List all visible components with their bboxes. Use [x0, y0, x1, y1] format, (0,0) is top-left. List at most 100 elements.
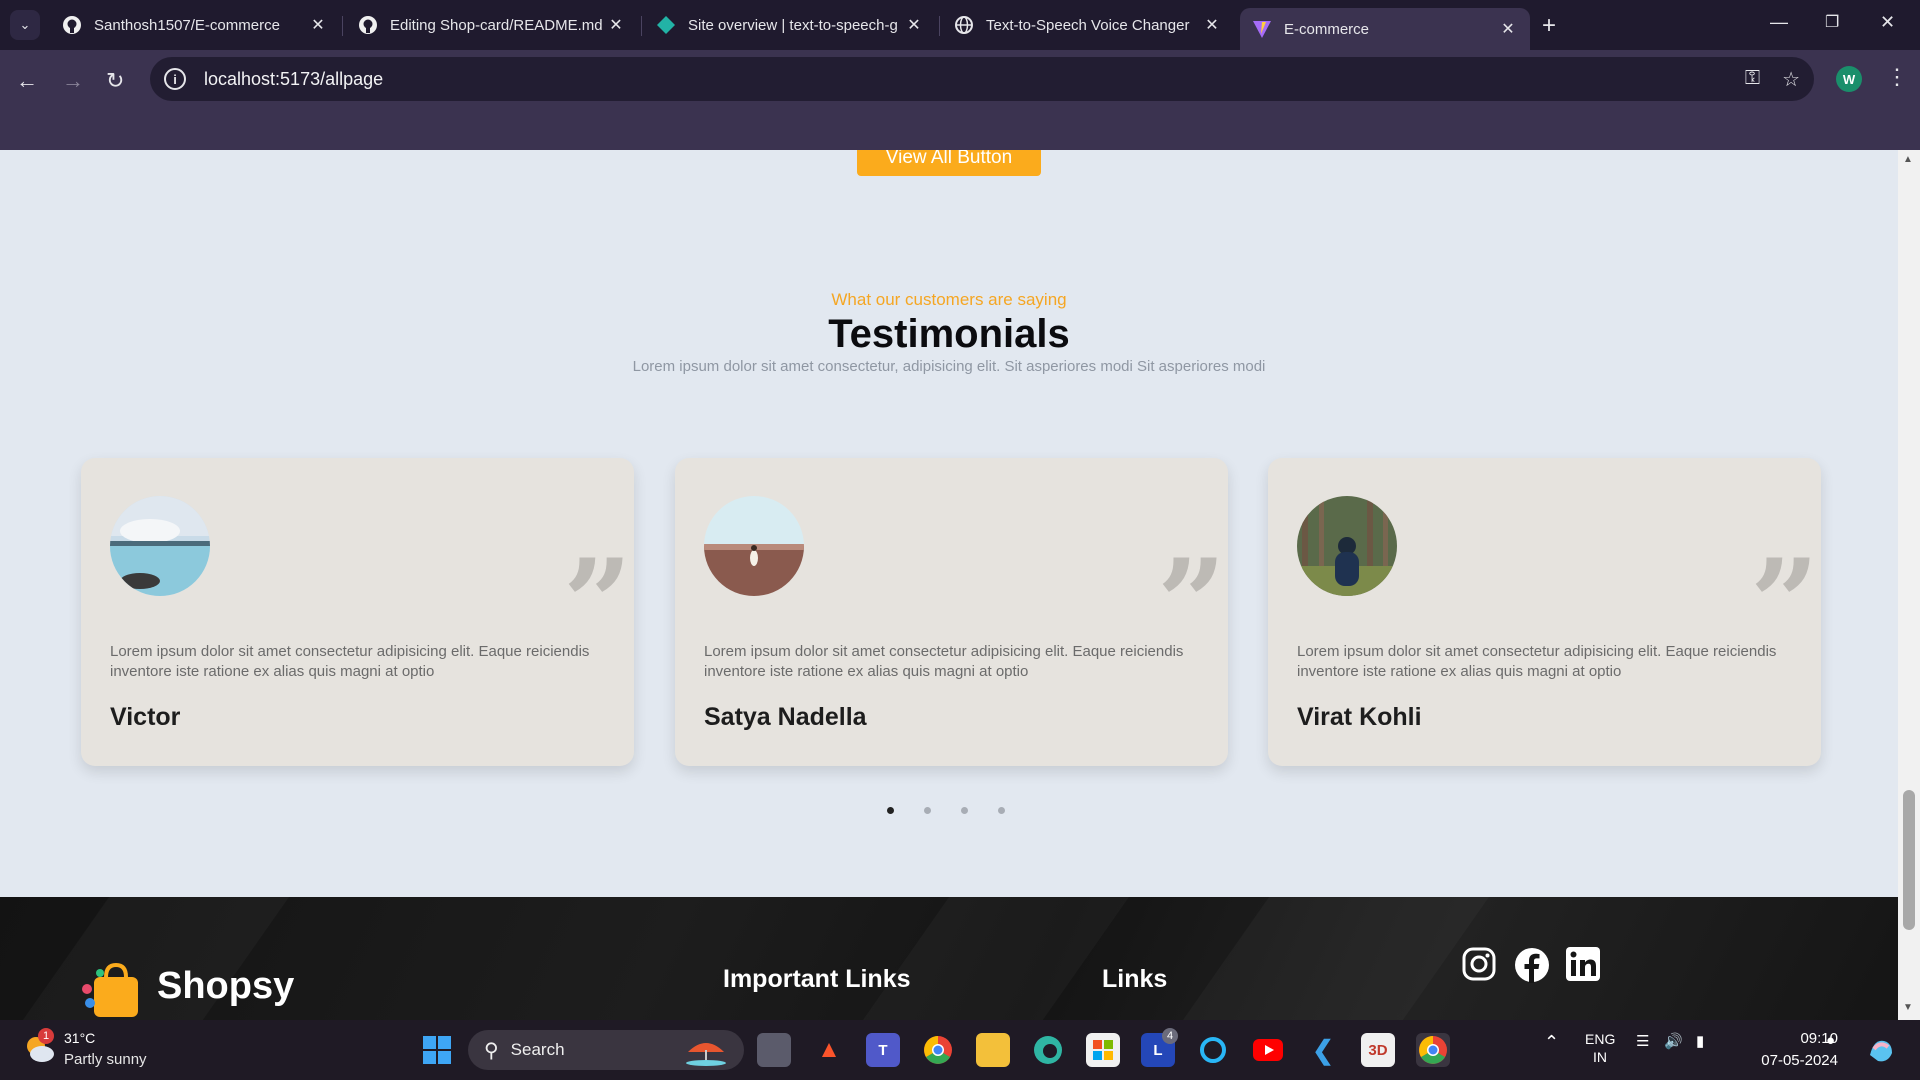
slider-dot[interactable] — [961, 807, 968, 814]
testimonials-description: Lorem ipsum dolor sit amet consectetur, … — [632, 358, 1266, 375]
tab-title: Text-to-Speech Voice Changer — [986, 16, 1190, 34]
tab-4[interactable]: Text-to-Speech Voice Changer ✕ — [942, 8, 1234, 42]
github-icon — [358, 15, 378, 35]
restore-icon[interactable]: ❐ — [1825, 12, 1839, 32]
windows-start-icon[interactable] — [420, 1033, 454, 1067]
tab-title: Editing Shop-card/README.md — [390, 16, 603, 34]
profile-avatar[interactable]: W — [1836, 66, 1862, 92]
chevron-down-icon: ⌄ — [19, 17, 31, 32]
testimonial-name: Satya Nadella — [704, 703, 867, 731]
important-links-heading: Important Links — [723, 965, 911, 993]
scroll-thumb[interactable] — [1903, 790, 1915, 930]
password-key-icon[interactable]: ⚿ — [1745, 67, 1760, 92]
weather-condition[interactable]: Partly sunny — [64, 1051, 147, 1068]
tab-3[interactable]: Site overview | text-to-speech-g ✕ — [644, 8, 936, 42]
edge-icon[interactable] — [1031, 1033, 1065, 1067]
search-placeholder: Search — [510, 1040, 565, 1059]
weather-temperature[interactable]: 31°C — [64, 1030, 95, 1046]
tab-title: E-commerce — [1284, 20, 1370, 38]
avatar — [110, 496, 210, 596]
page-content: View All Button What our customers are s… — [0, 150, 1898, 1020]
beach-umbrella-icon — [682, 1034, 730, 1071]
brand-name[interactable]: Shopsy — [157, 965, 294, 1008]
language-indicator[interactable]: ENG IN — [1585, 1030, 1615, 1066]
address-bar[interactable]: i localhost:5173/allpage ⚿ ☆ — [150, 57, 1814, 101]
vite-icon — [1252, 19, 1272, 39]
avatar — [704, 496, 804, 596]
task-view-icon[interactable] — [757, 1033, 791, 1067]
tab-title: Santhosh1507/E-commerce — [94, 16, 280, 34]
view-all-button[interactable]: View All Button — [857, 150, 1041, 176]
testimonial-text: Lorem ipsum dolor sit amet consectetur a… — [110, 643, 590, 680]
file-explorer-icon[interactable] — [976, 1033, 1010, 1067]
facebook-icon[interactable] — [1514, 947, 1550, 988]
clock-date[interactable]: 07-05-2024 — [1738, 1052, 1838, 1069]
minimize-icon[interactable]: — — [1770, 12, 1788, 33]
teams-icon[interactable]: T — [866, 1033, 900, 1067]
url-text[interactable]: localhost:5173/allpage — [204, 69, 383, 90]
close-tab-icon[interactable]: ✕ — [306, 15, 330, 35]
slider-dot[interactable] — [998, 807, 1005, 814]
back-arrow-icon[interactable]: ← — [16, 68, 38, 94]
instagram-icon[interactable] — [1462, 947, 1496, 986]
close-tab-icon[interactable]: ✕ — [1200, 15, 1224, 35]
links-heading: Links — [1102, 965, 1168, 993]
linkedin-icon[interactable] — [1566, 947, 1600, 986]
menu-kebab-icon[interactable]: ⋮ — [1886, 64, 1908, 90]
search-icon: ⚲ — [484, 1039, 499, 1062]
footer: Shopsy Important Links Links — [0, 897, 1898, 1020]
site-info-icon[interactable]: i — [164, 68, 186, 90]
slider-dots — [887, 807, 1005, 814]
language-bottom: IN — [1593, 1049, 1607, 1065]
testimonial-text: Lorem ipsum dolor sit amet consectetur a… — [1297, 643, 1777, 680]
weather-badge: 1 — [38, 1028, 54, 1044]
chevron-up-icon[interactable]: ⌃ — [1544, 1032, 1559, 1053]
brave-browser-icon[interactable]: ▲ — [812, 1033, 846, 1067]
3d-viewer-icon[interactable]: 3D — [1361, 1033, 1395, 1067]
page-header-strip — [0, 108, 1920, 150]
netlify-icon — [656, 15, 676, 35]
scroll-down-icon[interactable]: ▼ — [1903, 1002, 1913, 1013]
tab-title: Site overview | text-to-speech-g — [688, 16, 898, 34]
battery-icon[interactable]: ▮ — [1696, 1032, 1704, 1050]
cortana-icon[interactable] — [1196, 1033, 1230, 1067]
close-window-icon[interactable]: ✕ — [1880, 12, 1895, 33]
page-scrollbar[interactable]: ▲ ▼ — [1898, 150, 1920, 1020]
reload-icon[interactable]: ↻ — [106, 68, 124, 94]
notification-bell-icon[interactable]: ● — [1826, 1032, 1835, 1049]
browser-toolbar: ← → ↻ i localhost:5173/allpage ⚿ ☆ — [0, 50, 1920, 108]
volume-icon[interactable]: 🔊 — [1664, 1032, 1683, 1050]
tab-2[interactable]: Editing Shop-card/README.md ✕ — [346, 8, 638, 42]
new-tab-button[interactable]: + — [1542, 12, 1556, 40]
browser-tab-bar: ⌄ Santhosh1507/E-commerce ✕ Editing Shop… — [0, 0, 1920, 50]
tab-5-active[interactable]: E-commerce ✕ — [1240, 8, 1530, 50]
wifi-icon[interactable]: ☰ — [1636, 1032, 1649, 1050]
language-top: ENG — [1585, 1031, 1616, 1047]
globe-icon — [954, 15, 974, 35]
tab-1[interactable]: Santhosh1507/E-commerce ✕ — [50, 8, 340, 42]
testimonials-subtitle: What our customers are saying — [831, 290, 1067, 309]
copilot-icon[interactable] — [1864, 1033, 1898, 1067]
close-tab-icon[interactable]: ✕ — [604, 15, 628, 35]
slider-dot[interactable] — [887, 807, 894, 814]
slider-dot[interactable] — [924, 807, 931, 814]
youtube-icon[interactable] — [1251, 1033, 1285, 1067]
avatar — [1297, 496, 1397, 596]
close-tab-icon[interactable]: ✕ — [1496, 19, 1520, 39]
forward-arrow-icon[interactable]: → — [62, 68, 84, 94]
chrome-profile-icon[interactable] — [1416, 1033, 1450, 1067]
bookmark-star-icon[interactable]: ☆ — [1782, 67, 1800, 92]
vscode-icon[interactable]: ❮ — [1306, 1033, 1340, 1067]
testimonial-card: ” Lorem ipsum dolor sit amet consectetur… — [1268, 458, 1821, 766]
testimonials-heading: Testimonials — [828, 312, 1070, 356]
close-tab-icon[interactable]: ✕ — [902, 15, 926, 35]
testimonial-text: Lorem ipsum dolor sit amet consectetur a… — [704, 643, 1184, 680]
github-icon — [62, 15, 82, 35]
scroll-up-icon[interactable]: ▲ — [1903, 154, 1913, 165]
tab-search-button[interactable]: ⌄ — [10, 10, 40, 40]
microsoft-store-icon[interactable] — [1086, 1033, 1120, 1067]
shopping-bag-icon — [80, 962, 142, 1020]
chrome-icon[interactable] — [921, 1033, 955, 1067]
taskbar-search[interactable]: ⚲ Search — [468, 1030, 744, 1070]
testimonial-card: ” Lorem ipsum dolor sit amet consectetur… — [675, 458, 1228, 766]
